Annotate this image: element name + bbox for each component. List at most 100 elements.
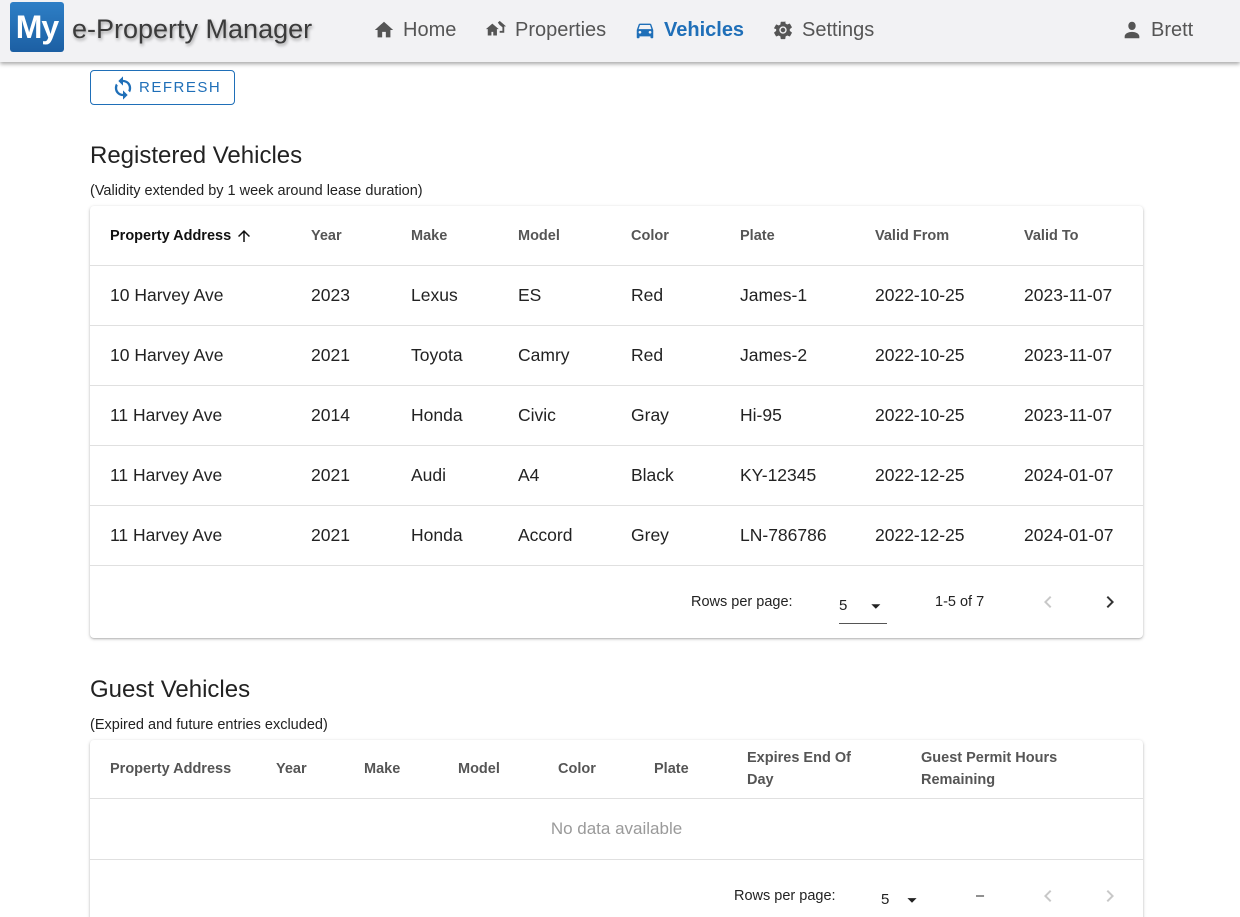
nav-home-label: Home	[403, 18, 457, 41]
col-header-property-address[interactable]: Property Address	[110, 740, 231, 798]
cell-valid-from: 2022-10-25	[875, 345, 965, 365]
col-header-make[interactable]: Make	[364, 740, 400, 798]
cell-color: Red	[631, 285, 664, 305]
nav-vehicles-label: Vehicles	[664, 18, 745, 41]
col-header-valid-to[interactable]: Valid To	[1024, 206, 1079, 265]
sort-ascending-icon[interactable]	[235, 227, 253, 245]
gear-icon	[774, 21, 792, 40]
cell-plate: James-2	[740, 345, 808, 365]
cell-model: Civic	[518, 405, 556, 425]
chevron-right-icon	[1106, 596, 1114, 608]
cell-make: Audi	[411, 465, 447, 485]
refresh-icon	[114, 75, 132, 100]
col-header-label: Property Address	[110, 227, 232, 244]
col-header-year[interactable]: Year	[311, 206, 342, 265]
user-icon	[1124, 21, 1140, 39]
home-icon	[374, 21, 394, 38]
cell-plate: Hi-95	[740, 405, 782, 425]
cell-valid-from: 2022-10-25	[875, 285, 965, 305]
refresh-label: REFRESH	[139, 79, 222, 96]
prev-page-button[interactable]	[1036, 590, 1060, 614]
rows-per-page-select[interactable]: 5	[881, 882, 930, 917]
col-header-plate[interactable]: Plate	[654, 740, 689, 798]
user-name: Brett	[1151, 18, 1194, 41]
cell-valid-from: 2022-12-25	[875, 465, 965, 485]
table-footer: Rows per page: 5 –	[90, 860, 1143, 917]
cell-year: 2023	[311, 285, 350, 305]
cell-model: Camry	[518, 345, 570, 365]
chevron-right-icon	[1106, 890, 1114, 902]
no-data-message: No data available	[550, 819, 683, 838]
guest-vehicles-table: Property Address Year Make Model Color P…	[90, 740, 1143, 917]
cell-make: Lexus	[411, 285, 458, 305]
dropdown-arrow-icon	[907, 897, 917, 903]
registered-vehicles-table: Property Address Year Make Model Color P…	[90, 206, 1143, 638]
col-header-expires-end-of-day[interactable]: Expires End Of Day	[747, 740, 877, 798]
prev-page-button[interactable]	[1036, 884, 1060, 908]
cell-year: 2021	[311, 345, 350, 365]
cell-property-address: 11 Harvey Ave	[110, 465, 223, 485]
nav-home[interactable]: Home	[373, 0, 456, 60]
app-logo[interactable]: My	[10, 2, 64, 52]
cell-property-address: 11 Harvey Ave	[110, 405, 223, 425]
table-row[interactable]: 11 Harvey Ave 2021 Honda Accord Grey LN-…	[90, 506, 1143, 566]
col-header-plate[interactable]: Plate	[740, 206, 775, 265]
col-header-guest-permit-hours-remaining[interactable]: Guest Permit Hours Remaining	[921, 740, 1081, 798]
page-range-text: –	[976, 888, 985, 904]
cell-property-address: 10 Harvey Ave	[110, 345, 224, 365]
next-page-button[interactable]	[1098, 590, 1122, 614]
col-header-year[interactable]: Year	[276, 740, 307, 798]
cell-valid-from: 2022-12-25	[875, 525, 965, 545]
cell-model: ES	[518, 285, 542, 305]
chevron-left-icon	[1044, 890, 1052, 902]
rows-per-page-label: Rows per page:	[734, 888, 836, 904]
cell-valid-to: 2023-11-07	[1024, 285, 1113, 305]
rows-per-page-label: Rows per page:	[691, 594, 793, 610]
chevron-left-icon	[1044, 596, 1052, 608]
cell-color: Black	[631, 465, 674, 485]
col-header-color[interactable]: Color	[631, 206, 669, 265]
page-range-text: 1-5 of 7	[935, 594, 985, 610]
table-row[interactable]: 11 Harvey Ave 2014 Honda Civic Gray Hi-9…	[90, 386, 1143, 446]
cell-valid-to: 2023-11-07	[1024, 345, 1113, 365]
cell-property-address: 10 Harvey Ave	[110, 285, 224, 305]
nav-settings-label: Settings	[802, 18, 875, 41]
refresh-button[interactable]: REFRESH	[90, 70, 235, 105]
app-name: e-Property Manager	[72, 14, 313, 44]
nav-vehicles[interactable]: Vehicles	[634, 0, 744, 60]
cell-year: 2021	[311, 525, 350, 545]
nav-properties-label: Properties	[515, 18, 607, 41]
rows-per-page-value: 5	[881, 891, 890, 908]
col-header-property-address[interactable]: Property Address	[110, 206, 253, 265]
cell-plate: James-1	[740, 285, 808, 305]
col-header-valid-from[interactable]: Valid From	[875, 206, 949, 265]
cell-year: 2021	[311, 465, 350, 485]
cell-color: Red	[631, 345, 664, 365]
cell-color: Grey	[631, 525, 669, 545]
car-icon	[636, 23, 654, 39]
user-menu[interactable]: Brett	[1121, 0, 1193, 60]
empty-row: No data available	[90, 799, 1143, 860]
next-page-button[interactable]	[1098, 884, 1122, 908]
table-row[interactable]: 10 Harvey Ave 2023 Lexus ES Red James-1 …	[90, 266, 1143, 326]
table-row[interactable]: 10 Harvey Ave 2021 Toyota Camry Red Jame…	[90, 326, 1143, 386]
table-footer: Rows per page: 5 1-5 of 7	[90, 566, 1143, 638]
cell-model: Accord	[518, 525, 573, 545]
rows-per-page-select[interactable]: 5	[839, 588, 887, 624]
registered-vehicles-title: Registered Vehicles	[90, 142, 303, 169]
guest-vehicles-title: Guest Vehicles	[90, 676, 251, 703]
dropdown-arrow-icon	[871, 603, 881, 609]
cell-make: Honda	[411, 405, 463, 425]
cell-valid-to: 2023-11-07	[1024, 405, 1113, 425]
col-header-make[interactable]: Make	[411, 206, 447, 265]
table-row[interactable]: 11 Harvey Ave 2021 Audi A4 Black KY-1234…	[90, 446, 1143, 506]
cell-model: A4	[518, 465, 540, 485]
col-header-color[interactable]: Color	[558, 740, 596, 798]
nav-properties[interactable]: Properties	[485, 0, 606, 60]
cell-color: Gray	[631, 405, 669, 425]
col-header-model[interactable]: Model	[518, 206, 560, 265]
nav-settings[interactable]: Settings	[772, 0, 874, 60]
properties-icon	[485, 20, 507, 36]
table-header-row: Property Address Year Make Model Color P…	[90, 740, 1143, 799]
col-header-model[interactable]: Model	[458, 740, 500, 798]
